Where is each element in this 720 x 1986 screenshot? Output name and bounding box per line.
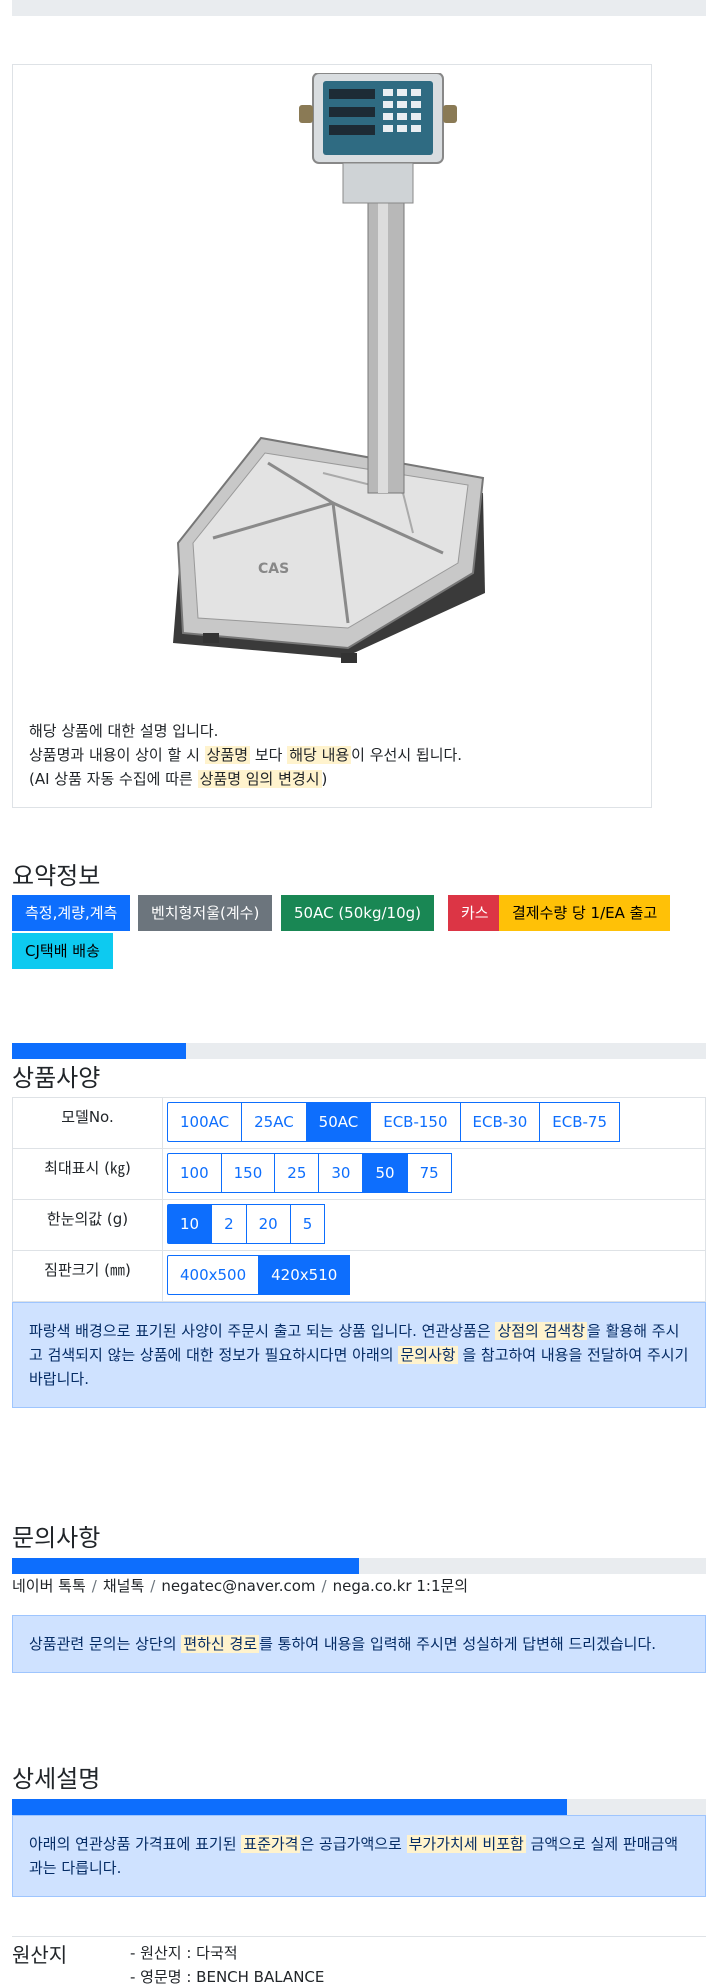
spec-row-model: 모델No. 100AC 25AC 50AC ECB-150 ECB-30 ECB-75 bbox=[12, 1097, 706, 1149]
tag-model: 50AC (50kg/10g) bbox=[281, 895, 434, 931]
option-button[interactable]: 420x510 bbox=[258, 1255, 351, 1295]
link-one-to-one[interactable]: nega.co.kr 1:1문의 bbox=[333, 1577, 469, 1595]
inquiry-progress-fill bbox=[12, 1558, 359, 1574]
option-button[interactable]: 50AC bbox=[305, 1102, 372, 1142]
tag-shipping-qty: 결제수량 당 1/EA 출고 bbox=[499, 895, 671, 931]
detail-heading: 상세설명 bbox=[12, 1765, 101, 1793]
option-button[interactable]: 400x500 bbox=[167, 1255, 260, 1295]
detail-notice: 아래의 연관상품 가격표에 표기된 표준가격 은 공급가액으로 부가가치세 비포함… bbox=[12, 1815, 706, 1897]
link-email[interactable]: negatec@naver.com bbox=[161, 1577, 315, 1595]
capacity-options: 100 150 25 30 50 75 bbox=[167, 1153, 701, 1193]
product-image: CAS bbox=[173, 73, 485, 663]
origin-items: - 원산지 : 다국적 - 영문명 : BENCH BALANCE bbox=[130, 1941, 324, 1986]
origin-label: 원산지 bbox=[12, 1943, 68, 1967]
highlight-content: 해당 내용 bbox=[287, 746, 352, 764]
svg-text:CAS: CAS bbox=[258, 561, 289, 577]
spec-row-division: 한눈의값 (g) 10 2 20 5 bbox=[12, 1199, 706, 1251]
highlight-standard-price: 표준가격 bbox=[241, 1835, 301, 1853]
highlight-vat-excluded: 부가가치세 비포함 bbox=[406, 1835, 526, 1853]
spec-progress-fill bbox=[12, 1043, 186, 1059]
option-button[interactable]: ECB-150 bbox=[370, 1102, 461, 1142]
inquiry-notice: 상품관련 문의는 상단의 편하신 경로 를 통하여 내용을 입력해 주시면 성실하… bbox=[12, 1615, 706, 1673]
highlight-name-change: 상품명 임의 변경시 bbox=[197, 770, 322, 788]
description-line-2: 상품명과 내용이 상이 할 시 상품명 보다 해당 내용 이 우선시 됩니다. bbox=[29, 746, 463, 764]
highlight-convenient-route: 편하신 경로 bbox=[181, 1635, 260, 1653]
model-options: 100AC 25AC 50AC ECB-150 ECB-30 ECB-75 bbox=[167, 1102, 701, 1142]
option-button[interactable]: 150 bbox=[220, 1153, 276, 1193]
detail-progress-bar bbox=[12, 1799, 706, 1815]
spec-heading: 상품사양 bbox=[12, 1064, 101, 1092]
product-card: CAS 해당 상품에 대한 설명 입니다. 상품명과 내용이 상이 할 시 상품… bbox=[12, 64, 652, 808]
description-line-1: 해당 상품에 대한 설명 입니다. bbox=[29, 722, 219, 740]
product-description: 해당 상품에 대한 설명 입니다. 상품명과 내용이 상이 할 시 상품명 보다… bbox=[29, 719, 462, 791]
origin-row: 원산지 - 원산지 : 다국적 - 영문명 : BENCH BALANCE bbox=[12, 1936, 706, 1986]
option-button[interactable]: ECB-75 bbox=[539, 1102, 621, 1142]
tag-delivery: CJ택배 배송 bbox=[12, 933, 113, 969]
spec-label-capacity: 최대표시 (㎏) bbox=[12, 1148, 163, 1200]
option-button[interactable]: 2 bbox=[211, 1204, 247, 1244]
tag-category: 측정,계량,계측 bbox=[12, 895, 131, 931]
highlight-store-search: 상점의 검색창 bbox=[495, 1322, 588, 1340]
option-button[interactable]: 25AC bbox=[241, 1102, 307, 1142]
option-button[interactable]: ECB-30 bbox=[459, 1102, 541, 1142]
summary-heading: 요약정보 bbox=[12, 862, 101, 890]
option-button[interactable]: 30 bbox=[318, 1153, 364, 1193]
spec-row-platform-size: 짐판크기 (㎜) 400x500 420x510 bbox=[12, 1250, 706, 1302]
spec-table: 모델No. 100AC 25AC 50AC ECB-150 ECB-30 ECB-75 최… bbox=[12, 1097, 706, 1302]
contact-links: 네이버 톡톡 / 채널톡 / negatec@naver.com / nega.co.kr … bbox=[12, 1577, 469, 1595]
tag-brand: 카스 bbox=[448, 895, 502, 931]
spec-label-division: 한눈의값 (g) bbox=[12, 1199, 163, 1251]
option-button[interactable]: 75 bbox=[406, 1153, 452, 1193]
detail-progress-fill bbox=[12, 1799, 568, 1815]
inquiry-progress-bar bbox=[12, 1558, 706, 1574]
platform-size-options: 400x500 420x510 bbox=[167, 1255, 701, 1295]
option-button[interactable]: 100 bbox=[167, 1153, 222, 1193]
spec-row-capacity: 최대표시 (㎏) 100 150 25 30 50 75 bbox=[12, 1148, 706, 1200]
origin-english-name: - 영문명 : BENCH BALANCE bbox=[130, 1968, 325, 1986]
option-button[interactable]: 50 bbox=[362, 1153, 408, 1193]
spec-label-model: 모델No. bbox=[12, 1097, 163, 1149]
spec-progress-bar bbox=[12, 1043, 706, 1059]
spec-label-platform-size: 짐판크기 (㎜) bbox=[12, 1250, 163, 1302]
option-button[interactable]: 100AC bbox=[167, 1102, 243, 1142]
highlight-inquiry: 문의사항 bbox=[398, 1346, 458, 1364]
option-button[interactable]: 5 bbox=[289, 1204, 326, 1244]
highlight-product-name: 상품명 bbox=[204, 746, 251, 764]
option-button[interactable]: 10 bbox=[167, 1204, 213, 1244]
top-progress-bar bbox=[12, 0, 706, 16]
division-options: 10 2 20 5 bbox=[167, 1204, 701, 1244]
link-naver-talk[interactable]: 네이버 톡톡 bbox=[12, 1577, 86, 1595]
tag-type: 벤치형저울(계수) bbox=[138, 895, 273, 931]
origin-country: - 원산지 : 다국적 bbox=[130, 1944, 238, 1962]
description-line-3: (AI 상품 자동 수집에 따른 상품명 임의 변경시) bbox=[29, 770, 328, 788]
inquiry-heading: 문의사항 bbox=[12, 1524, 101, 1552]
option-button[interactable]: 20 bbox=[245, 1204, 291, 1244]
spec-notice: 파랑색 배경으로 표기된 사양이 주문시 출고 되는 상품 입니다. 연관상품은… bbox=[12, 1302, 706, 1408]
link-channel-talk[interactable]: 채널톡 bbox=[103, 1577, 144, 1595]
option-button[interactable]: 25 bbox=[274, 1153, 320, 1193]
